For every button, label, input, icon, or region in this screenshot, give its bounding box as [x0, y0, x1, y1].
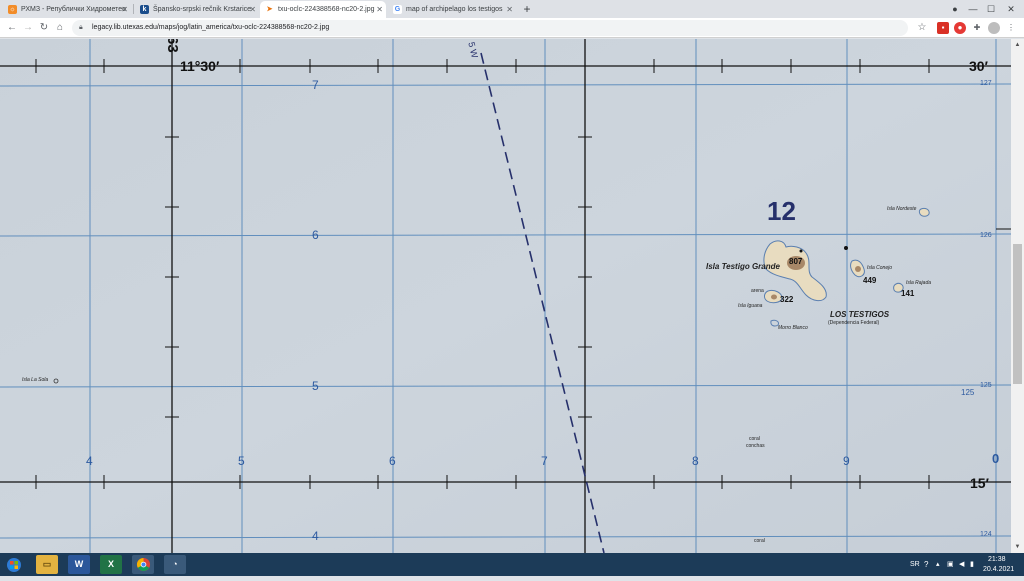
excel-icon[interactable]: X — [100, 555, 122, 574]
grid-y-label: 5 — [312, 379, 319, 393]
grid-y-label: 4 — [312, 529, 319, 543]
island-label: Isla Rajada — [906, 280, 932, 286]
island-label: Isla Testigo Grande — [706, 262, 780, 271]
vertical-scrollbar[interactable]: ▲ ▼ — [1011, 39, 1024, 553]
grid-edge-label: 125 — [980, 382, 992, 389]
tab-google-search[interactable]: G map of archipelago los testigos ✕ — [388, 1, 516, 18]
language-indicator[interactable]: SR — [910, 553, 920, 576]
tab-label: map of archipelago los testigos — [406, 6, 503, 13]
elevation-label: 449 — [863, 276, 877, 285]
file-explorer-icon[interactable]: ▭ — [36, 555, 58, 574]
grid-edge-label: 127 — [980, 80, 992, 87]
volume-icon[interactable]: ◀ — [959, 553, 964, 576]
island-label: Isla Nordeste — [887, 206, 917, 212]
home-icon[interactable]: ⌂ — [52, 20, 68, 36]
feature-label: conchas — [746, 443, 765, 449]
scroll-down-icon[interactable]: ▼ — [1011, 541, 1024, 553]
pdf-extension-icon[interactable]: ▪ — [937, 22, 949, 34]
clock-date[interactable]: 20.4.2021 — [983, 558, 1014, 581]
start-windows-icon[interactable] — [3, 555, 25, 574]
sheet-number: 12 — [767, 196, 796, 226]
close-icon[interactable]: ✕ — [249, 1, 256, 18]
menu-kebab-icon[interactable]: ⋮ — [1005, 22, 1017, 34]
scroll-up-icon[interactable]: ▲ — [1011, 39, 1024, 51]
google-favicon-icon: G — [393, 5, 402, 14]
grid-x-label: 4 — [86, 454, 93, 468]
island-label: Isla La Sola — [22, 377, 49, 383]
word-icon[interactable]: W — [68, 555, 90, 574]
browser-toolbar: ← → ↻ ⌂ 🔒︎ legacy.lib.utexas.edu/maps/jo… — [0, 18, 1024, 38]
tab-rhmz[interactable]: ☼ РХМЗ - Републички Хидрометео ✕ — [3, 1, 131, 18]
archipelago-sublabel: (Dependencia Federal) — [828, 320, 880, 326]
grid-label-zero: 0 — [992, 451, 1000, 466]
battery-icon[interactable]: ▮ — [970, 553, 974, 576]
grid-y-label: 6 — [312, 228, 319, 242]
tray-arrow-icon[interactable]: ▴ — [936, 553, 940, 576]
map-graphics — [0, 39, 1011, 553]
tab-label: Špansko-srpski rečnik Krstarice — [153, 6, 252, 13]
url-text[interactable]: legacy.lib.utexas.edu/maps/jog/latin_ame… — [92, 20, 329, 36]
close-icon[interactable]: ✕ — [121, 1, 128, 18]
grid-edge-label: 125 — [961, 388, 975, 397]
back-arrow-icon[interactable]: ← — [4, 20, 20, 36]
feature-label: coral — [749, 436, 760, 442]
tab-krstarica[interactable]: k Špansko-srpski rečnik Krstarice ✕ — [135, 1, 259, 18]
map-image: 63 11°30′ 30′ 15′ 0 4 5 6 7 8 9 7 6 5 4 … — [0, 39, 1011, 553]
forward-arrow-icon[interactable]: → — [20, 20, 36, 36]
windows-taskbar: ▭ W X ◔ SR ? ▴ ▣ ◀ ▮ 21:38 20.4.2021 — [0, 553, 1024, 576]
feature-label: Morro Blanco — [778, 325, 808, 331]
grid-x-label: 7 — [541, 454, 548, 468]
reload-icon[interactable]: ↻ — [36, 20, 52, 36]
network-icon[interactable]: ▣ — [947, 553, 954, 576]
minutes-label-bottom: 15′ — [970, 475, 989, 491]
chrome-icon[interactable] — [132, 555, 154, 574]
elevation-label: 322 — [780, 295, 794, 304]
tab-label: РХМЗ - Републички Хидрометео — [21, 6, 127, 13]
minimize-icon[interactable]: — — [964, 0, 982, 18]
window-close-icon[interactable]: ✕ — [1002, 0, 1020, 18]
tab-divider — [133, 4, 134, 14]
longitude-label: 63 — [164, 39, 181, 53]
tab-map-image[interactable]: ➤ txu-oclc-224388568-nc20-2.jpg ✕ — [260, 1, 386, 18]
grid-x-label: 8 — [692, 454, 699, 468]
new-tab-button[interactable]: + — [519, 1, 535, 17]
elevation-label: 807 — [789, 257, 803, 266]
island-label: Isla Conejo — [867, 265, 893, 271]
profile-icon[interactable]: ● — [946, 0, 964, 18]
bookmark-star-icon[interactable]: ☆ — [914, 20, 930, 36]
close-icon[interactable]: ✕ — [506, 1, 513, 18]
krstarica-favicon-icon: k — [140, 5, 149, 14]
grid-edge-label: 124 — [980, 531, 992, 538]
tab-label: txu-oclc-224388568-nc20-2.jpg — [278, 6, 375, 13]
grid-y-label: 7 — [312, 78, 319, 92]
address-bar[interactable]: 🔒︎ legacy.lib.utexas.edu/maps/jog/latin_… — [72, 20, 908, 36]
rhmz-favicon-icon: ☼ — [8, 5, 17, 14]
avatar[interactable] — [988, 22, 1000, 34]
close-icon[interactable]: ✕ — [376, 1, 383, 18]
archipelago-label: LOS TESTIGOS — [830, 310, 890, 319]
record-extension-icon[interactable]: ● — [954, 22, 966, 34]
maximize-icon[interactable]: ☐ — [982, 0, 1000, 18]
feature-label: arena — [751, 288, 764, 294]
island-label: Isla Iguana — [738, 303, 763, 309]
feature-label: coral — [754, 538, 765, 544]
lock-icon: 🔒︎ — [79, 24, 83, 31]
elevation-label: 141 — [901, 289, 915, 298]
minutes-label-top: 30′ — [969, 58, 988, 74]
grid-x-label: 5 — [238, 454, 245, 468]
app-icon[interactable]: ◔ — [164, 555, 186, 574]
grid-x-label: 6 — [389, 454, 396, 468]
grid-edge-label: 126 — [980, 232, 992, 239]
grid-x-label: 9 — [843, 454, 850, 468]
tab-strip: ☼ РХМЗ - Републички Хидрометео ✕ k Špans… — [0, 0, 1024, 18]
extensions-puzzle-icon[interactable]: ✚ — [971, 22, 983, 34]
image-favicon-icon: ➤ — [266, 6, 273, 13]
latitude-label: 11°30′ — [180, 58, 220, 74]
scrollbar-thumb[interactable] — [1013, 244, 1022, 384]
help-icon[interactable]: ? — [924, 553, 928, 576]
